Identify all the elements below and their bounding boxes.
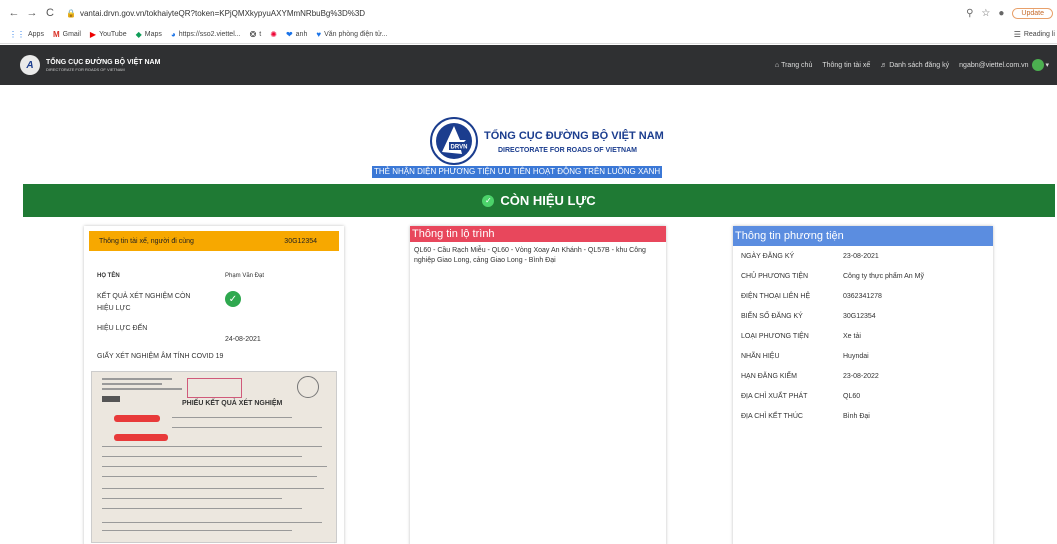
gmail-icon: M [52,30,60,39]
check-circle-icon: ✓ [225,291,241,307]
driver-card-header: Thông tin tài xế, người đi cùng 30G12354 [89,231,339,251]
vehicle-info-row: NGÀY ĐĂNG KÝ 23-08-2021 [741,252,879,260]
driver-card: Thông tin tài xế, người đi cùng 30G12354… [84,226,344,544]
drvn-logo-icon[interactable]: A [20,55,40,75]
certificate-row: GIẤY XÉT NGHIỆM ÂM TÍNH COVID 19 [97,353,224,360]
browser-address-bar: ← → C 🔒 vantai.drvn.gov.vn/tokhaiyteQR?t… [0,0,1057,26]
bookmark-youtube[interactable]: ▶ YouTube [90,30,127,39]
nav-home[interactable]: ⌂ Trang chủ [775,62,813,69]
nav-user[interactable]: ngabn@viettel.com.vn ▾ [959,59,1049,71]
vehicle-card: Thông tin phương tiện NGÀY ĐĂNG KÝ 23-08-… [733,226,993,544]
hospital-stamp-icon [187,378,242,398]
vehicle-info-row: LOẠI PHƯƠNG TIỆN Xe tải [741,332,861,340]
vehicle-info-row: ĐIỆN THOẠI LIÊN HỆ 0362341278 [741,292,882,300]
zoom-icon[interactable]: ⚲ [966,8,973,19]
site-favicon-icon: ◕ [170,30,176,39]
bookmarks-bar: ⋮⋮ Apps M Gmail ▶ YouTube ◆ Maps ◕ https://ss… [0,26,1057,44]
bookmark-t[interactable]: ❂ t [250,30,262,39]
test-result-row: KẾT QUẢ XÉT NGHIỆM CÒN HIỆU LỰC ✓ [97,291,339,315]
redaction-mark [114,415,160,422]
vehicle-info-row: ĐỊA CHỈ XUẤT PHÁT QL60 [741,392,861,400]
nav-driver-info[interactable]: Thông tin tài xế [822,62,870,69]
site-nav: ⌂ Trang chủ Thông tin tài xế ♬ Danh sách đ… [775,59,1049,71]
route-card: Thông tin lộ trình QL60 - Cầu Rạch Miễu … [410,226,666,544]
site-brand[interactable]: TỔNG CỤC ĐƯỜNG BỘ VIỆT NAM DIRECTORATE F… [46,59,160,72]
check-circle-icon: ✓ [482,194,495,207]
vehicle-info-row: CHỦ PHƯƠNG TIỆN Công ty thực phẩm An Mỹ [741,272,924,280]
browser-actions: ⚲ ☆ ● Update [966,7,1053,19]
brand-line1: TỔNG CỤC ĐƯỜNG BỘ VIỆT NAM [46,58,161,66]
bookmark-vanphong[interactable]: ♥ Văn phòng điện tử... [316,30,387,39]
site-header: A TỔNG CỤC ĐƯỜNG BỘ VIỆT NAM DIRECTORATE… [0,45,1057,85]
redaction-mark [114,434,168,441]
avatar [1031,59,1044,71]
site-favicon-icon: ♥ [316,30,322,39]
reload-icon[interactable]: C [42,7,58,19]
bookmark-gmail[interactable]: M Gmail [53,30,81,39]
document-title: PHIẾU KẾT QUẢ XÉT NGHIỆM [182,400,283,407]
valid-until-value-row: 24-08-2021 [225,336,261,343]
vehicle-info-row: ĐỊA CHỈ KẾT THÚC Bình Đại [741,412,870,420]
bookmark-maps[interactable]: ◆ Maps [136,30,162,39]
youtube-icon: ▶ [89,30,97,39]
lock-icon: 🔒 [66,8,76,18]
maps-pin-icon: ◆ [135,30,142,39]
star-icon[interactable]: ☆ [981,8,990,19]
drvn-emblem-icon: DRVN [430,117,478,165]
hospital-seal-icon [297,376,319,398]
status-banner: ✓ CÒN HIỆU LỰC [23,184,1055,217]
home-icon: ⌂ [774,61,780,69]
route-card-header: Thông tin lộ trình [410,226,666,242]
url-text: vantai.drvn.gov.vn/tokhaiyteQR?token=KPj… [79,8,366,18]
bookmark-sso[interactable]: ◕ https://sso2.viettel... [171,30,241,39]
browser-nav-buttons: ← → C [6,7,58,19]
site-favicon-icon: ❂ [249,30,257,39]
logo-text: DRVN [451,145,468,151]
profile-icon[interactable]: ● [998,8,1004,19]
vehicle-info-row: BIỂN SỐ ĐĂNG KÝ 30G12354 [741,312,876,320]
bookmark-apps[interactable]: ⋮⋮ Apps [9,30,44,39]
vehicle-info-list: NGÀY ĐĂNG KÝ 23-08-2021 CHỦ PHƯƠNG TIỆN Cô… [733,246,993,426]
card-type-label: THẺ NHẬN DIỆN PHƯƠNG TIỆN ƯU TIÊN HOẠT Đ… [372,166,663,178]
apps-grid-icon: ⋮⋮ [9,30,25,39]
plate-number: 30G12354 [284,237,317,245]
hero-subtitle-en: DIRECTORATE FOR ROADS OF VIETNAM [498,147,637,154]
route-description: QL60 - Cầu Rạch Miễu - QL60 - Vòng Xoay … [414,247,646,264]
covid-test-document-image[interactable]: PHIẾU KẾT QUẢ XÉT NGHIỆM [91,371,337,543]
hero-title: TỔNG CỤC ĐƯỜNG BỘ VIỆT NAM [484,130,664,142]
forward-arrow-icon[interactable]: → [24,7,40,19]
list-icon: ♬ [880,61,888,69]
reading-list[interactable]: ☰ Reading li [1014,30,1055,39]
vehicle-info-row: HẠN ĐĂNG KIỂM 23-08-2022 [741,372,879,380]
nav-register-list[interactable]: ♬ Danh sách đăng ký [880,62,949,69]
update-button[interactable]: Update [1012,7,1053,19]
bookmark-red[interactable]: ✺ [270,30,277,39]
url-field[interactable]: 🔒 vantai.drvn.gov.vn/tokhaiyteQR?token=K… [66,4,936,22]
vehicle-card-header: Thông tin phương tiện [733,226,993,246]
valid-until-row: HIỆU LỰC ĐẾN [97,325,148,332]
site-favicon-icon: ✺ [270,30,277,39]
brand-line2: DIRECTORATE FOR ROADS OF VIETNAM [46,66,125,72]
status-text: CÒN HIỆU LỰC [500,193,596,208]
bookmark-anh[interactable]: ❤ anh [286,30,307,39]
vehicle-info-row: NHÃN HIỆU Huyndai [741,352,869,360]
reading-list-icon: ☰ [1013,30,1021,39]
back-arrow-icon[interactable]: ← [6,7,22,19]
heart-favicon-icon: ❤ [285,30,293,39]
driver-name-row: HỌ TÊN Phạm Văn Đạt [97,273,265,279]
